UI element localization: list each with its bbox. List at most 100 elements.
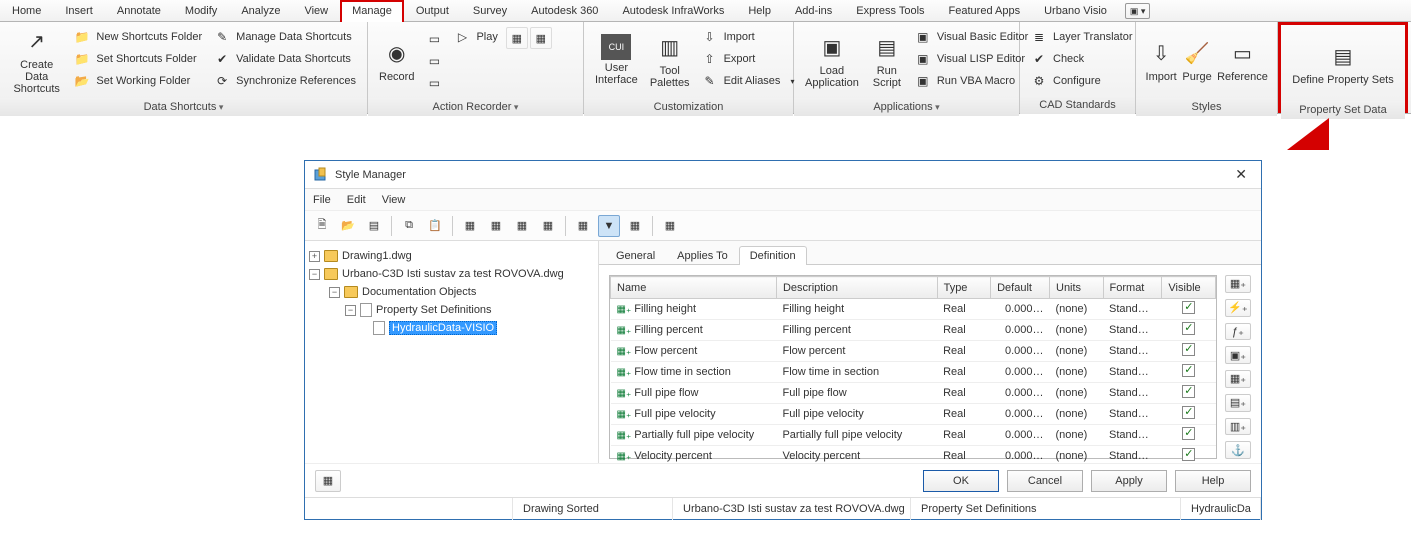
add-proj-button[interactable]: ▥₊ xyxy=(1225,418,1251,436)
toolbar-open-icon[interactable]: 📂 xyxy=(337,215,359,237)
col-format[interactable]: Format xyxy=(1103,277,1162,299)
table-row[interactable]: ▦₊ Filling heightFilling heightReal0.000… xyxy=(611,299,1216,320)
toolbar-e-icon[interactable]: ▦ xyxy=(572,215,594,237)
tab-definition[interactable]: Definition xyxy=(739,246,807,265)
visible-checkbox[interactable] xyxy=(1182,364,1195,377)
add-formula-button[interactable]: ƒ₊ xyxy=(1225,323,1251,341)
tree-node-drawing1[interactable]: +Drawing1.dwg xyxy=(309,247,594,265)
tree-node-urbano[interactable]: −Urbano-C3D Isti sustav za test ROVOVA.d… xyxy=(309,265,594,283)
tree-node-hydraulic[interactable]: HydraulicData-VISIO xyxy=(309,319,594,337)
tab-annotate[interactable]: Annotate xyxy=(105,0,173,22)
toolbar-g-icon[interactable]: ▦ xyxy=(659,215,681,237)
menu-view[interactable]: View xyxy=(382,194,406,206)
visible-checkbox[interactable] xyxy=(1182,427,1195,440)
tab-urbano[interactable]: Urbano Visio xyxy=(1032,0,1119,22)
menu-edit[interactable]: Edit xyxy=(347,194,366,206)
toolbar-b-icon[interactable]: ▦ xyxy=(485,215,507,237)
visible-checkbox[interactable] xyxy=(1182,448,1195,461)
set-working-folder-button[interactable]: 📂Set Working Folder xyxy=(72,71,204,91)
cancel-button[interactable]: Cancel xyxy=(1007,470,1083,492)
toolbar-new-icon[interactable]: 🗎 xyxy=(311,215,333,237)
purge-button[interactable]: 🧹Purge xyxy=(1179,25,1215,95)
vba-macro-button[interactable]: ▣Run VBA Macro xyxy=(913,71,1031,91)
visible-checkbox[interactable] xyxy=(1182,322,1195,335)
table-row[interactable]: ▦₊ Flow percentFlow percentReal0.000…(no… xyxy=(611,341,1216,362)
set-shortcuts-folder-button[interactable]: 📁Set Shortcuts Folder xyxy=(72,49,204,69)
visible-checkbox[interactable] xyxy=(1182,406,1195,419)
style-tree[interactable]: +Drawing1.dwg −Urbano-C3D Isti sustav za… xyxy=(305,241,599,463)
tab-help[interactable]: Help xyxy=(736,0,783,22)
vb-editor-button[interactable]: ▣Visual Basic Editor xyxy=(913,27,1031,47)
configure-button[interactable]: ⚙Configure xyxy=(1029,71,1134,91)
tab-manage[interactable]: Manage xyxy=(340,0,404,22)
check-button[interactable]: ✔Check xyxy=(1029,49,1134,69)
col-description[interactable]: Description xyxy=(776,277,937,299)
table-row[interactable]: ▦₊ Full pipe velocityFull pipe velocityR… xyxy=(611,404,1216,425)
table-row[interactable]: ▦₊ Partially full pipe velocityPartially… xyxy=(611,425,1216,446)
toolbar-d-icon[interactable]: ▦ xyxy=(537,215,559,237)
toolbar-save-icon[interactable]: ▤ xyxy=(363,215,385,237)
tab-insert[interactable]: Insert xyxy=(53,0,105,22)
synchronize-references-button[interactable]: ⟳Synchronize References xyxy=(212,71,358,91)
visible-checkbox[interactable] xyxy=(1182,343,1195,356)
tab-featured[interactable]: Featured Apps xyxy=(937,0,1033,22)
import-button[interactable]: ⇩Import xyxy=(700,27,797,47)
tab-modify[interactable]: Modify xyxy=(173,0,229,22)
ok-button[interactable]: OK xyxy=(923,470,999,492)
tab-applies-to[interactable]: Applies To xyxy=(666,246,739,265)
col-default[interactable]: Default xyxy=(991,277,1050,299)
tree-node-propset-defs[interactable]: −Property Set Definitions xyxy=(309,301,594,319)
add-loc-button[interactable]: ▣₊ xyxy=(1225,346,1251,364)
add-mat-button[interactable]: ▤₊ xyxy=(1225,394,1251,412)
record-button[interactable]: ◉ Record xyxy=(373,25,420,95)
styles-import-button[interactable]: ⇩Import xyxy=(1143,25,1179,95)
tab-view[interactable]: View xyxy=(292,0,340,22)
tab-output[interactable]: Output xyxy=(404,0,461,22)
toolbar-a-icon[interactable]: ▦ xyxy=(459,215,481,237)
tab-infraworks[interactable]: Autodesk InfraWorks xyxy=(610,0,736,22)
export-button[interactable]: ⇧Export xyxy=(700,49,797,69)
recorder-opt-1[interactable]: ▦ xyxy=(506,27,528,49)
edit-aliases-button[interactable]: ✎Edit Aliases▾ xyxy=(700,71,797,91)
tree-node-doc-objects[interactable]: −Documentation Objects xyxy=(309,283,594,301)
visible-checkbox[interactable] xyxy=(1182,301,1195,314)
manage-data-shortcuts-button[interactable]: ✎Manage Data Shortcuts xyxy=(212,27,358,47)
validate-data-shortcuts-button[interactable]: ✔Validate Data Shortcuts xyxy=(212,49,358,69)
help-button[interactable]: Help xyxy=(1175,470,1251,492)
toolbar-f-icon[interactable]: ▦ xyxy=(624,215,646,237)
panel-title-applications[interactable]: Applications xyxy=(794,98,1019,116)
dialog-options-button[interactable]: ▦ xyxy=(315,470,341,492)
add-auto-button[interactable]: ⚡₊ xyxy=(1225,299,1251,317)
add-class-button[interactable]: ▦₊ xyxy=(1225,370,1251,388)
tab-general[interactable]: General xyxy=(605,246,666,265)
user-interface-button[interactable]: CUIUser Interface xyxy=(589,25,644,95)
recorder-opt-2[interactable]: ▦ xyxy=(530,27,552,49)
recorder-slot-2[interactable]: ▭ xyxy=(424,51,444,71)
tab-express[interactable]: Express Tools xyxy=(844,0,936,22)
menu-file[interactable]: File xyxy=(313,194,331,206)
recorder-slot-3[interactable]: ▭ xyxy=(424,73,444,93)
toolbar-copy-icon[interactable]: ⧉ xyxy=(398,215,420,237)
reference-button[interactable]: ▭Reference xyxy=(1215,25,1270,95)
properties-grid[interactable]: Name Description Type Default Units Form… xyxy=(609,275,1217,459)
define-property-sets-button[interactable]: ▤ Define Property Sets xyxy=(1286,28,1400,98)
col-name[interactable]: Name xyxy=(611,277,777,299)
tool-palettes-button[interactable]: ▥Tool Palettes xyxy=(644,25,696,95)
play-button[interactable]: ▷Play xyxy=(452,27,499,47)
tab-analyze[interactable]: Analyze xyxy=(229,0,292,22)
lisp-editor-button[interactable]: ▣Visual LISP Editor xyxy=(913,49,1031,69)
tab-addins[interactable]: Add-ins xyxy=(783,0,844,22)
close-button[interactable]: ✕ xyxy=(1229,166,1253,183)
tab-autodesk360[interactable]: Autodesk 360 xyxy=(519,0,610,22)
recorder-slot-1[interactable]: ▭ xyxy=(424,29,444,49)
panel-title-data-shortcuts[interactable]: Data Shortcuts xyxy=(0,98,367,116)
tab-survey[interactable]: Survey xyxy=(461,0,519,22)
toolbar-paste-icon[interactable]: 📋 xyxy=(424,215,446,237)
panel-title-action-recorder[interactable]: Action Recorder xyxy=(368,98,583,116)
table-row[interactable]: ▦₊ Filling percentFilling percentReal0.0… xyxy=(611,320,1216,341)
load-application-button[interactable]: ▣Load Application xyxy=(799,25,865,95)
toolbar-c-icon[interactable]: ▦ xyxy=(511,215,533,237)
add-anchor-button[interactable]: ⚓ xyxy=(1225,441,1251,459)
visible-checkbox[interactable] xyxy=(1182,385,1195,398)
col-units[interactable]: Units xyxy=(1050,277,1104,299)
